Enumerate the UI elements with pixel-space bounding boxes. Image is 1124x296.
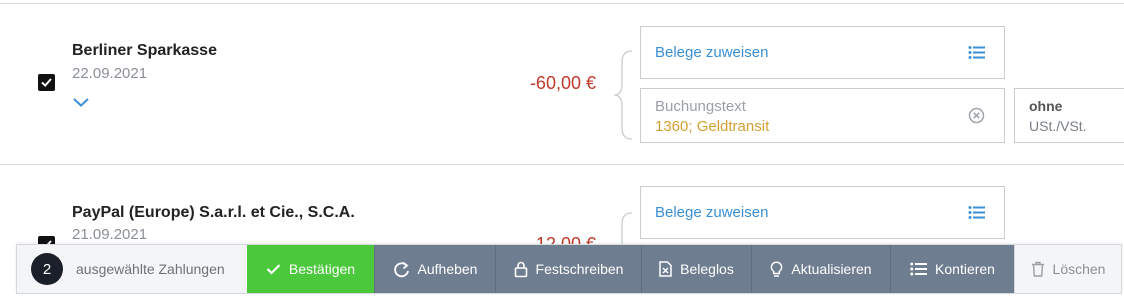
selected-label: ausgewählte Zahlungen <box>76 261 225 277</box>
payee-name: Berliner Sparkasse <box>72 42 217 59</box>
no-receipt-label: Beleglos <box>680 261 734 277</box>
tax-label: ohne <box>1029 98 1063 114</box>
brace-icon <box>613 50 633 140</box>
assign-receipts-label: Belege zuweisen <box>655 44 769 61</box>
list-icon <box>910 262 928 276</box>
cancel-label: Aufheben <box>417 261 478 277</box>
cancel-button[interactable]: Aufheben <box>374 245 495 293</box>
delete-label: Löschen <box>1052 261 1106 277</box>
lightbulb-icon <box>771 260 783 277</box>
assign-receipts-field[interactable]: Belege zuweisen <box>640 186 1005 239</box>
refresh-button[interactable]: Aktualisieren <box>751 245 890 293</box>
document-x-icon <box>659 261 672 277</box>
tax-select[interactable]: ohne USt./VSt. <box>1014 88 1124 143</box>
payment-date: 22.09.2021 <box>72 65 148 82</box>
undo-icon <box>393 261 409 277</box>
bulk-action-bar: 2 ausgewählte Zahlungen Bestätigen Aufhe… <box>16 244 1122 294</box>
confirm-button[interactable]: Bestätigen <box>247 245 374 293</box>
payment-date: 21.09.2021 <box>72 226 148 243</box>
check-icon <box>266 264 281 275</box>
lock-button[interactable]: Festschreiben <box>495 245 641 293</box>
payee-name: PayPal (Europe) S.a.r.l. et Cie., S.C.A. <box>72 204 355 221</box>
trash-icon <box>1031 261 1044 277</box>
chevron-down-icon[interactable] <box>72 95 90 107</box>
assign-receipts-field[interactable]: Belege zuweisen <box>640 26 1005 79</box>
clear-icon[interactable] <box>968 107 985 124</box>
assign-receipts-label: Belege zuweisen <box>655 204 769 221</box>
check-icon <box>41 78 52 87</box>
select-checkbox[interactable] <box>38 74 55 91</box>
refresh-label: Aktualisieren <box>791 261 872 277</box>
selection-summary: 2 ausgewählte Zahlungen <box>17 245 247 293</box>
delete-button[interactable]: Löschen <box>1014 245 1121 293</box>
list-icon[interactable] <box>968 45 985 60</box>
account-button[interactable]: Kontieren <box>890 245 1014 293</box>
selected-count-badge: 2 <box>31 253 63 285</box>
account-label: Kontieren <box>935 261 995 277</box>
lock-label: Festschreiben <box>535 261 624 277</box>
booking-text-field[interactable]: Buchungstext 1360; Geldtransit <box>640 88 1005 143</box>
booking-text-placeholder: Buchungstext <box>655 98 746 115</box>
booking-text-value: 1360; Geldtransit <box>655 118 770 135</box>
lock-icon <box>514 261 527 277</box>
row-divider <box>0 164 1124 165</box>
top-divider <box>0 3 1124 4</box>
confirm-label: Bestätigen <box>288 261 356 277</box>
payment-amount: -60,00 € <box>529 73 596 93</box>
tax-value: USt./VSt. <box>1029 118 1087 134</box>
list-icon[interactable] <box>968 205 985 220</box>
no-receipt-button[interactable]: Beleglos <box>641 245 751 293</box>
